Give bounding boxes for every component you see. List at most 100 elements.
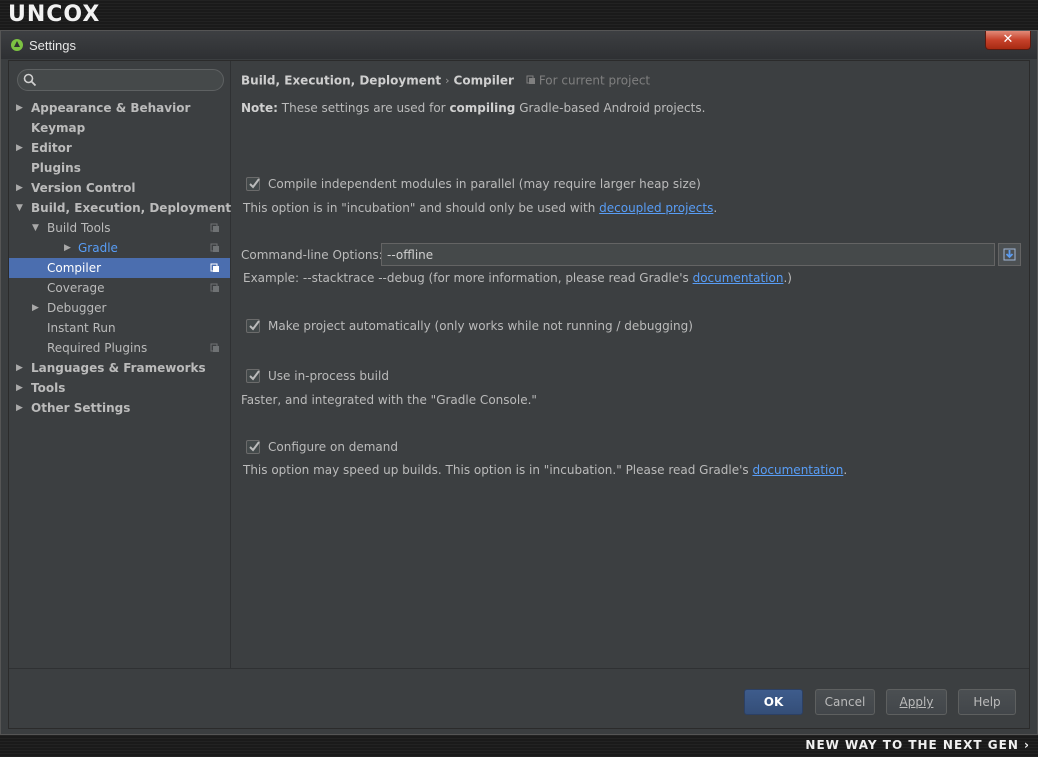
search-input[interactable] — [40, 71, 220, 89]
tree-collapsed-arrow-icon[interactable]: ▶ — [16, 378, 26, 398]
tree-item-other-settings[interactable]: ▶ Other Settings — [9, 398, 230, 418]
tree-item-label: Debugger — [47, 301, 107, 315]
tree-item-label: Coverage — [47, 281, 105, 295]
parallel-checkbox[interactable] — [246, 177, 260, 191]
settings-sidebar: ▶ Appearance & Behavior Keymap ▶ Editor Plugi… — [9, 61, 231, 668]
title-bar: Settings ✕ — [1, 31, 1037, 59]
ok-button[interactable]: OK — [744, 689, 803, 715]
note-text-before: These settings are used for — [277, 101, 450, 115]
in-process-checkbox[interactable] — [246, 369, 260, 383]
tree-item-required-plugins[interactable]: Required Plugins — [9, 338, 230, 358]
tree-item-label: Version Control — [31, 181, 136, 195]
brand-logo: UNCOX — [8, 2, 101, 27]
on-demand-checkbox[interactable] — [246, 440, 260, 454]
tree-collapsed-arrow-icon[interactable]: ▶ — [16, 358, 26, 378]
in-process-hint: Faster, and integrated with the "Gradle … — [241, 393, 537, 407]
tree-item-instant-run[interactable]: Instant Run — [9, 318, 230, 338]
tree-item-languages-frameworks[interactable]: ▶ Languages & Frameworks — [9, 358, 230, 378]
breadcrumb-separator: › — [445, 74, 450, 87]
tree-collapsed-arrow-icon[interactable]: ▶ — [16, 398, 26, 418]
cmdline-hint-text: Example: --stacktrace --debug (for more … — [243, 271, 693, 285]
tree-item-debugger[interactable]: ▶ Debugger — [9, 298, 230, 318]
tree-item-label: Required Plugins — [47, 341, 148, 355]
note-emphasis: compiling — [449, 101, 516, 115]
cancel-button[interactable]: Cancel — [815, 689, 875, 715]
tree-item-coverage[interactable]: Coverage — [9, 278, 230, 298]
checkmark-icon — [249, 441, 260, 452]
tree-item-build-tools[interactable]: ▼ Build Tools — [9, 218, 230, 238]
make-auto-checkbox[interactable] — [246, 319, 260, 333]
on-demand-hint-text: This option may speed up builds. This op… — [243, 463, 753, 477]
tree-item-tools[interactable]: ▶ Tools — [9, 378, 230, 398]
note-text: Note: These settings are used for compil… — [241, 101, 705, 115]
parallel-hint-text: This option is in "incubation" and shoul… — [243, 201, 600, 215]
search-box[interactable] — [17, 69, 224, 91]
window-title: Settings — [29, 38, 76, 53]
on-demand-hint: This option may speed up builds. This op… — [243, 463, 847, 477]
on-demand-hint-end: . — [843, 463, 848, 477]
breadcrumb: Build, Execution, Deployment › Compiler Fo… — [241, 73, 650, 88]
parallel-hint: This option is in "incubation" and shoul… — [243, 201, 717, 215]
note-text-after: Gradle-based Android projects. — [515, 101, 706, 115]
tree-item-gradle[interactable]: ▶ Gradle — [9, 238, 230, 258]
tree-item-label: Other Settings — [31, 401, 131, 415]
project-scope-icon — [526, 75, 535, 85]
tree-collapsed-arrow-icon[interactable]: ▶ — [64, 238, 74, 258]
apply-label: Apply — [899, 695, 934, 709]
close-icon: ✕ — [1002, 32, 1014, 47]
tree-item-label: Appearance & Behavior — [31, 101, 191, 115]
documentation-link[interactable]: documentation — [693, 271, 784, 285]
tree-item-label: Gradle — [78, 241, 118, 255]
settings-content: Build, Execution, Deployment › Compiler Fo… — [232, 61, 1030, 668]
brand-footer-bar: NEW WAY TO THE NEXT GEN › — [0, 735, 1038, 757]
decoupled-projects-link[interactable]: decoupled projects — [599, 201, 713, 215]
tree-item-plugins[interactable]: Plugins — [9, 158, 230, 178]
settings-dialog: ▶ Appearance & Behavior Keymap ▶ Editor Plugi… — [8, 60, 1030, 729]
tree-item-label: Build Tools — [47, 221, 111, 235]
tree-item-version-control[interactable]: ▶ Version Control — [9, 178, 230, 198]
cmdline-input[interactable] — [381, 243, 995, 266]
brand-tagline: NEW WAY TO THE NEXT GEN › — [805, 738, 1030, 752]
cmdline-hint-end: .) — [783, 271, 792, 285]
expand-icon — [1003, 248, 1016, 261]
apply-button[interactable]: Apply — [886, 689, 947, 715]
on-demand-label: Configure on demand — [268, 440, 399, 454]
breadcrumb-page: Compiler — [453, 73, 514, 88]
parallel-label: Compile independent modules in parallel … — [268, 177, 701, 191]
tree-item-keymap[interactable]: Keymap — [9, 118, 230, 138]
tree-item-label: Keymap — [31, 121, 86, 135]
tree-collapsed-arrow-icon[interactable]: ▶ — [16, 178, 26, 198]
checkmark-icon — [249, 320, 260, 331]
project-scope-label: For current project — [538, 73, 651, 88]
documentation-link-2[interactable]: documentation — [752, 463, 843, 477]
tree-item-label: Compiler — [47, 261, 102, 275]
cmdline-hint: Example: --stacktrace --debug (for more … — [243, 271, 792, 285]
settings-window: Settings ✕ ▶ Appearance & Behavior Keymap ▶… — [0, 30, 1038, 735]
tree-collapsed-arrow-icon[interactable]: ▶ — [16, 98, 26, 118]
tree-collapsed-arrow-icon[interactable]: ▶ — [32, 298, 42, 318]
parallel-hint-end: . — [713, 201, 718, 215]
project-level-icon — [210, 263, 219, 272]
tree-item-editor[interactable]: ▶ Editor — [9, 138, 230, 158]
expand-field-button[interactable] — [998, 243, 1021, 266]
tree-item-appearance-behavior[interactable]: ▶ Appearance & Behavior — [9, 98, 230, 118]
cmdline-label: Command-line Options: — [241, 248, 383, 262]
tree-item-label: Tools — [31, 381, 66, 395]
help-button[interactable]: Help — [958, 689, 1016, 715]
brand-header-bar: UNCOX — [0, 0, 1038, 30]
tree-item-compiler[interactable]: Compiler — [9, 258, 230, 278]
in-process-label: Use in-process build — [268, 369, 389, 383]
tree-item-label: Plugins — [31, 161, 81, 175]
search-icon — [23, 73, 37, 87]
close-button[interactable]: ✕ — [985, 31, 1031, 50]
make-auto-label: Make project automatically (only works w… — [268, 319, 693, 333]
note-prefix: Note: — [241, 101, 278, 115]
tree-expanded-arrow-icon[interactable]: ▼ — [32, 218, 42, 238]
tree-item-build-execution-deployment[interactable]: ▼ Build, Execution, Deployment — [9, 198, 231, 218]
tree-expanded-arrow-icon[interactable]: ▼ — [16, 198, 26, 218]
project-level-icon — [210, 243, 219, 252]
project-level-icon — [210, 283, 219, 292]
dialog-footer: OK Cancel Apply Help — [9, 668, 1029, 728]
breadcrumb-section[interactable]: Build, Execution, Deployment — [241, 74, 441, 88]
tree-collapsed-arrow-icon[interactable]: ▶ — [16, 138, 26, 158]
